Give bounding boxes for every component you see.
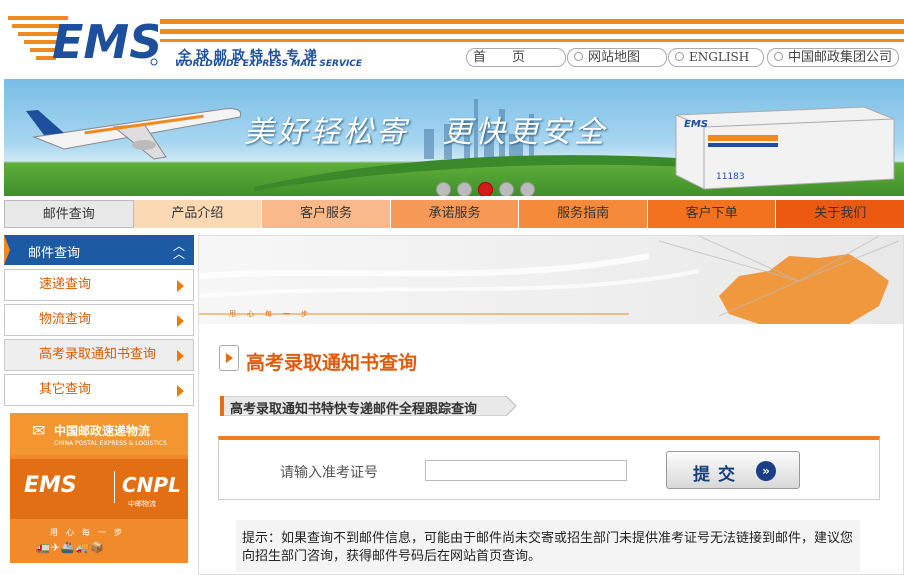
- nav-label: 邮件查询: [42, 207, 95, 222]
- nav-label: 产品介绍: [171, 206, 224, 221]
- header-stripe: [160, 29, 904, 34]
- logo-text: EMS: [52, 15, 158, 69]
- english-link[interactable]: ENGLISH: [668, 48, 764, 67]
- section-subtitle: 高考录取通知书特快专递邮件全程跟踪查询: [220, 396, 518, 417]
- sitemap-link[interactable]: 网站地图: [567, 48, 667, 67]
- nav-label: 承诺服务: [428, 206, 481, 221]
- section-subtitle-label: 高考录取通知书特快专递邮件全程跟踪查询: [230, 402, 478, 417]
- arrow-right-icon: [177, 315, 184, 327]
- bullet-icon: [675, 52, 684, 61]
- header-stripe: [160, 39, 904, 42]
- tagline-en: WORLDWIDE EXPRESS MAIL SERVICE: [175, 59, 363, 69]
- china-post-emblem-icon: ✉: [32, 421, 46, 440]
- box-label: EMS: [684, 119, 708, 130]
- arrow-right-icon: [177, 350, 184, 362]
- sidebar-item-express-query[interactable]: 速递查询: [4, 269, 194, 301]
- submit-button-label: 提交: [693, 465, 743, 485]
- promo-title-cn: 中国邮政速递物流: [54, 424, 151, 438]
- slide-dot-3[interactable]: [478, 182, 493, 196]
- exam-number-input[interactable]: [425, 460, 627, 481]
- collapse-chevron-icon[interactable]: ︿ ︿: [173, 240, 185, 260]
- nav-item-products[interactable]: 产品介绍: [133, 200, 263, 228]
- slide-dot-2[interactable]: [457, 182, 472, 196]
- slide-dot-5[interactable]: [520, 182, 535, 196]
- sidebar-item-other-query[interactable]: 其它查询: [4, 374, 194, 406]
- submit-button[interactable]: 提交 »: [666, 451, 800, 489]
- slide-dot-1[interactable]: [436, 182, 451, 196]
- main-banner: 用 心 每 一 步: [199, 236, 903, 324]
- promo-title-en: CHINA POSTAL EXPRESS & LOGISTICS: [54, 440, 167, 447]
- arrow-right-icon: [177, 280, 184, 292]
- parcel-box-icon: [675, 106, 895, 190]
- nav-item-customer-service[interactable]: 客户服务: [262, 200, 391, 228]
- nav-item-commitment[interactable]: 承诺服务: [390, 200, 520, 228]
- page-title: 高考录取通知书查询: [246, 352, 418, 374]
- title-arrow-icon: [219, 345, 239, 371]
- china-post-link-label: 中国邮政集团公司: [788, 50, 893, 65]
- hero-banner[interactable]: EMS 11183 美好轻松寄 更快更安全: [4, 79, 904, 196]
- box-number: 11183: [716, 172, 745, 182]
- sidebar-item-label: 速递查询: [39, 277, 92, 292]
- bullet-icon: [574, 52, 583, 61]
- nav-item-about-us[interactable]: 关于我们: [776, 200, 904, 228]
- promo-cnpl-logo: CNPL: [122, 473, 181, 497]
- sidebar-item-label: 其它查询: [39, 382, 92, 397]
- double-chevron-icon: »: [756, 461, 776, 481]
- sidebar-header[interactable]: 邮件查询 ︿ ︿: [4, 235, 194, 265]
- orange-marker: [4, 235, 10, 265]
- header-stripe: [160, 19, 904, 24]
- sitemap-link-label: 网站地图: [588, 50, 641, 65]
- banner-slogan: 美好轻松寄 更快更安全: [244, 115, 607, 150]
- sidebar-item-label: 物流查询: [39, 312, 92, 327]
- nav-item-place-order[interactable]: 客户下单: [647, 200, 777, 228]
- sidebar-item-label: 高考录取通知书查询: [39, 347, 157, 362]
- promo-divider: [114, 471, 115, 503]
- english-link-label: ENGLISH: [689, 50, 750, 64]
- transport-icons: 🚛✈🚢🚚📦: [36, 541, 106, 554]
- nav-item-service-guide[interactable]: 服务指南: [519, 200, 648, 228]
- home-link[interactable]: 首 页: [466, 48, 566, 67]
- nav-label: 服务指南: [557, 206, 610, 221]
- sidebar-item-logistics-query[interactable]: 物流查询: [4, 304, 194, 336]
- promo-cnpl-sub: 中邮物流: [128, 500, 156, 508]
- slide-dot-4[interactable]: [499, 182, 514, 196]
- promo-slogan: 用 心 每 一 步: [50, 528, 122, 537]
- arrow-right-icon: [177, 385, 184, 397]
- nav-label: 关于我们: [814, 206, 867, 221]
- nav-item-mail-query[interactable]: 邮件查询: [4, 200, 134, 228]
- nav-label: 客户服务: [299, 206, 352, 221]
- main-nav: 邮件查询 产品介绍 客户服务 承诺服务 服务指南 客户下单 关于我们: [4, 200, 904, 228]
- sidebar-item-gaokao-query[interactable]: 高考录取通知书查询: [4, 339, 194, 371]
- bullet-icon: [774, 52, 783, 61]
- hint-note: 提示：如果查询不到邮件信息，可能由于邮件尚未交寄或招生部门未提供准考证号无法链接…: [236, 520, 860, 572]
- sidebar-header-label: 邮件查询: [28, 246, 81, 261]
- china-post-link[interactable]: 中国邮政集团公司: [767, 48, 899, 67]
- home-link-label: 首 页: [473, 50, 526, 65]
- postal-express-promo[interactable]: ✉ 中国邮政速递物流 CHINA POSTAL EXPRESS & LOGIST…: [10, 413, 188, 563]
- exam-number-label: 请输入准考证号: [280, 465, 378, 481]
- plane-icon: [26, 108, 242, 160]
- promo-ems-logo: EMS: [24, 473, 77, 498]
- main-banner-slogan: 用 心 每 一 步: [229, 310, 310, 318]
- nav-label: 客户下单: [685, 206, 738, 221]
- ems-logo[interactable]: EMS: [8, 10, 162, 70]
